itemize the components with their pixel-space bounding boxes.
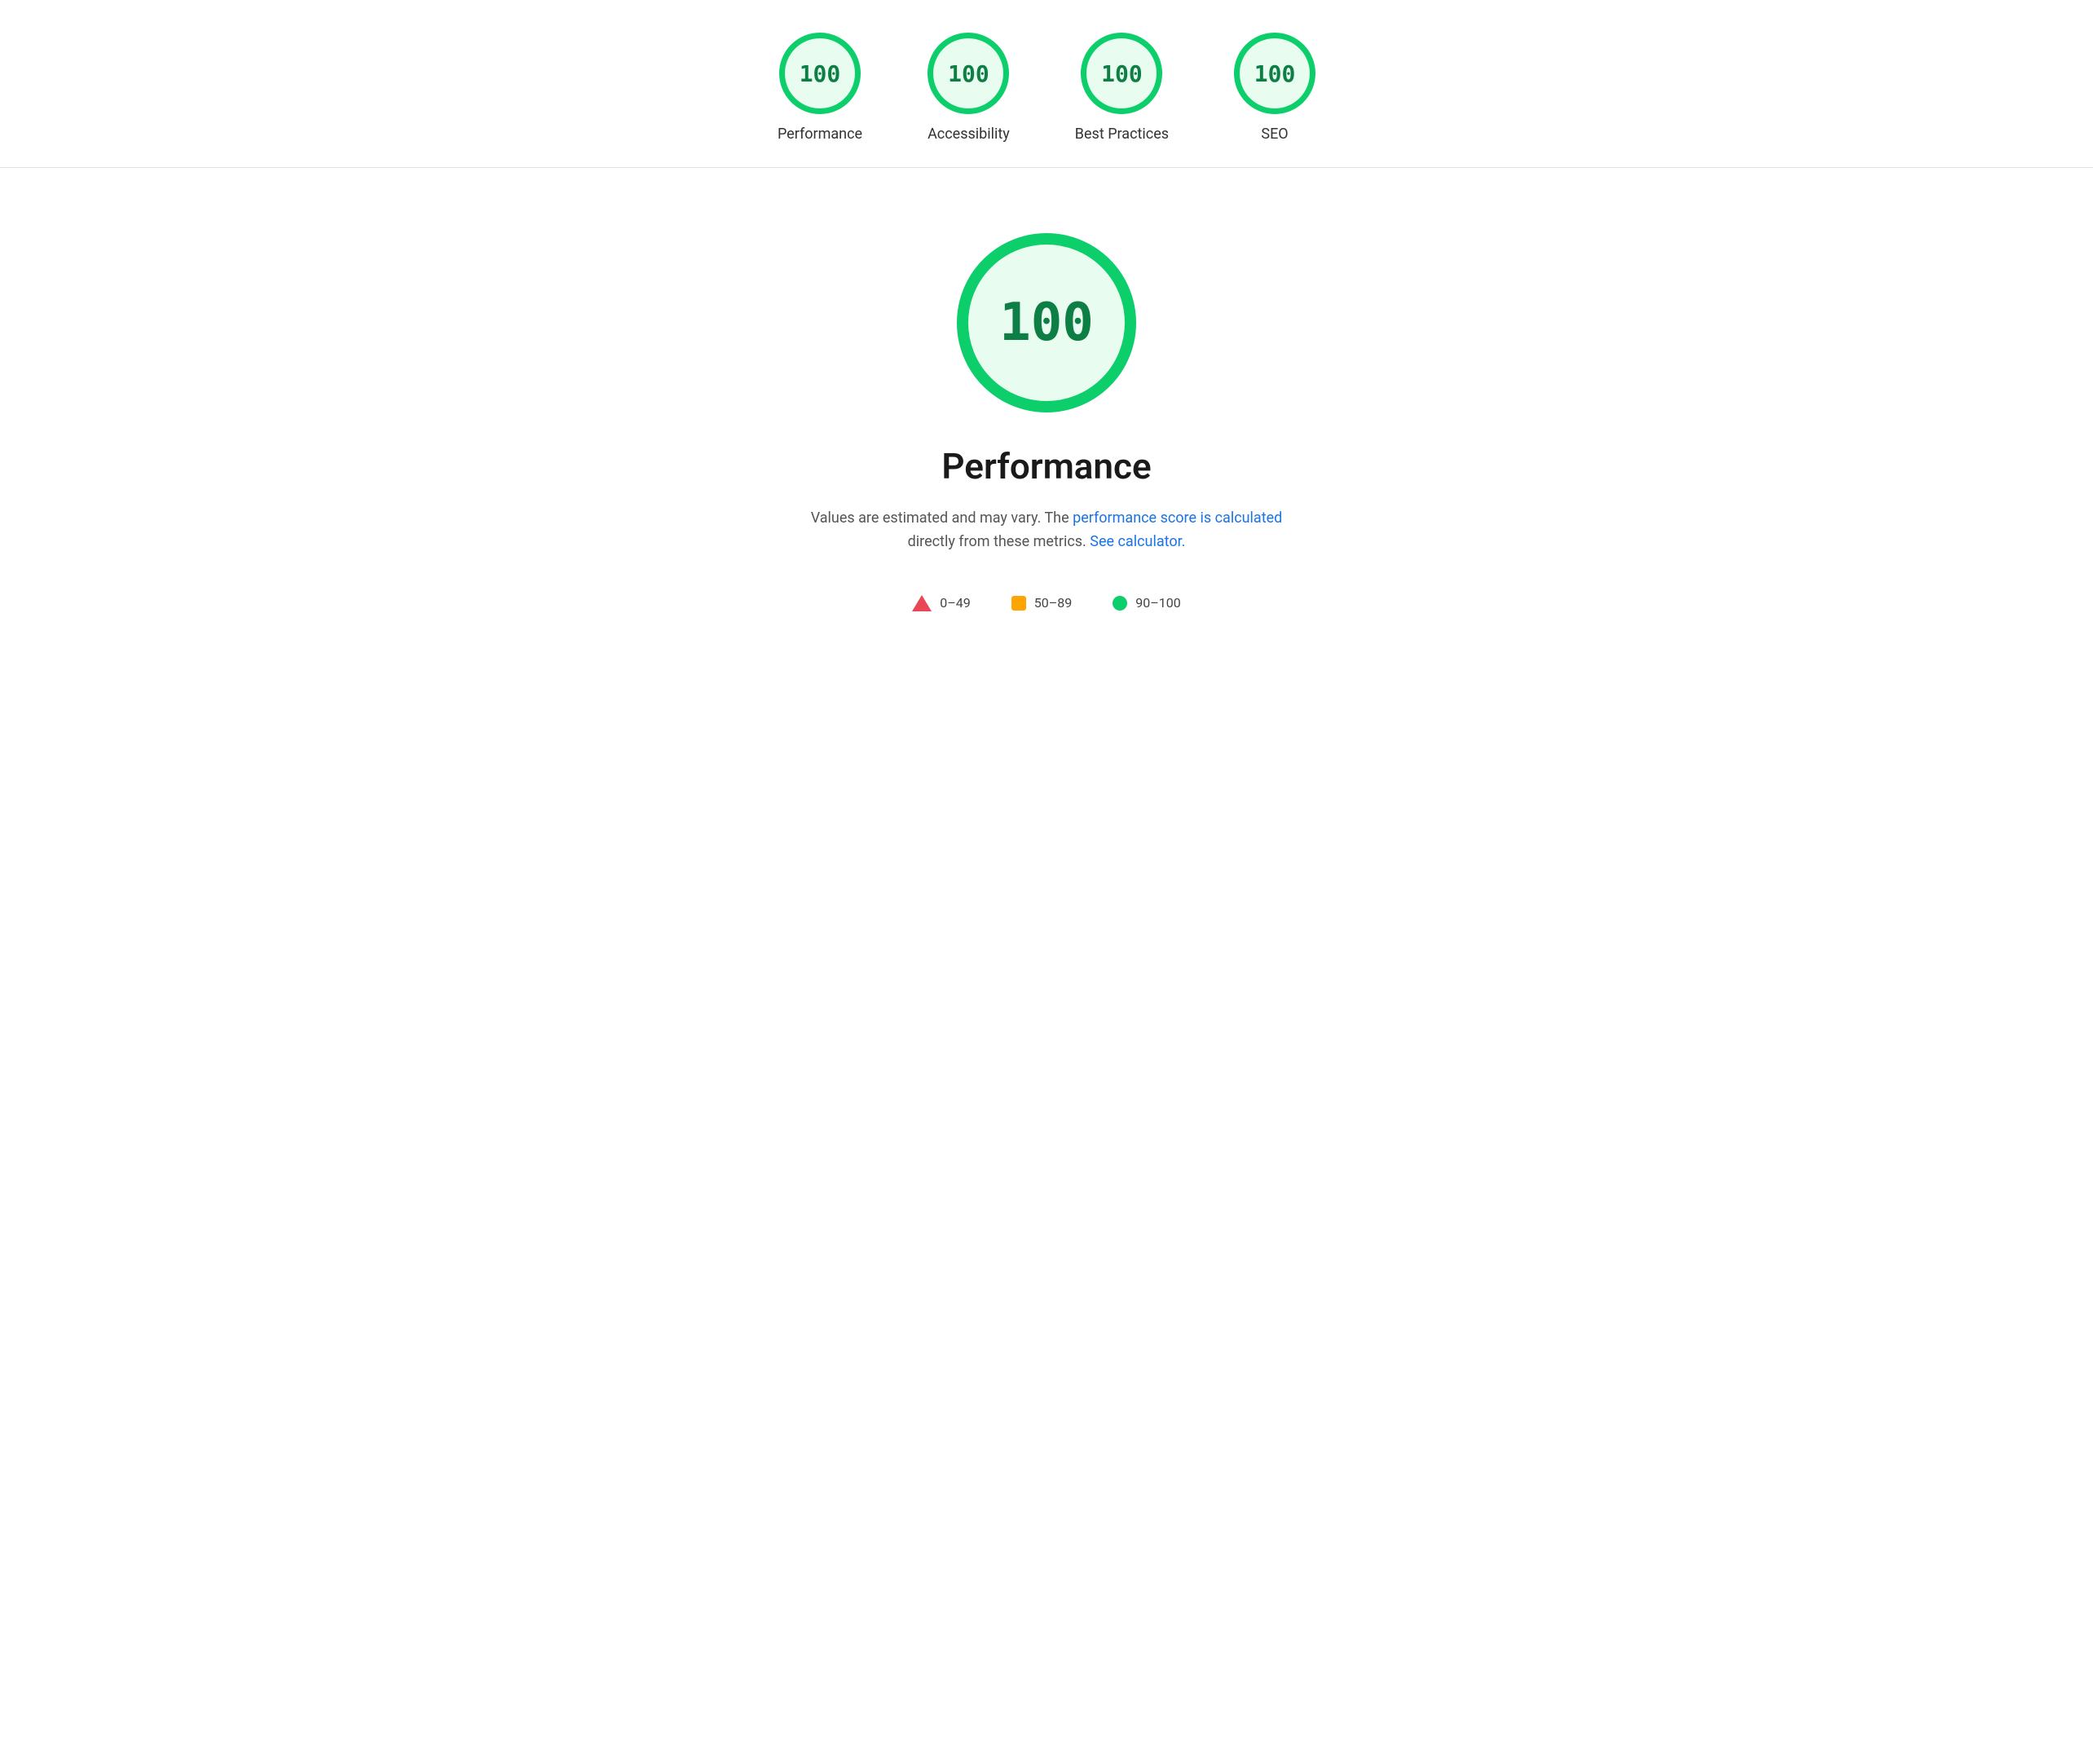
seo-circle-small: 100 [1234, 33, 1315, 114]
legend-item-average: 50–89 [1011, 595, 1072, 611]
average-range: 50–89 [1034, 595, 1072, 611]
score-item-seo: 100 SEO [1234, 33, 1315, 143]
description-text-middle: directly from these metrics. [908, 533, 1091, 550]
pass-icon [1113, 596, 1127, 611]
average-icon [1011, 596, 1026, 611]
main-section: 100 Performance Values are estimated and… [0, 168, 2093, 660]
performance-circle-small: 100 [779, 33, 861, 114]
accessibility-value-small: 100 [948, 60, 989, 87]
best-practices-value-small: 100 [1101, 60, 1143, 87]
description-text-before: Values are estimated and may vary. The [811, 509, 1073, 527]
legend: 0–49 50–89 90–100 [912, 595, 1180, 611]
accessibility-circle-small: 100 [928, 33, 1009, 114]
performance-value-small: 100 [800, 60, 841, 87]
score-item-accessibility: 100 Accessibility [928, 33, 1010, 143]
best-practices-circle-small: 100 [1081, 33, 1162, 114]
fail-icon [912, 595, 932, 611]
fail-range: 0–49 [940, 595, 970, 611]
performance-score-link[interactable]: performance score is calculated [1073, 509, 1282, 527]
performance-value-large: 100 [999, 293, 1094, 353]
legend-item-pass: 90–100 [1113, 595, 1180, 611]
pass-range: 90–100 [1135, 595, 1180, 611]
performance-label-small: Performance [778, 126, 862, 143]
seo-value-small: 100 [1254, 60, 1296, 87]
see-calculator-link[interactable]: See calculator. [1090, 533, 1185, 550]
main-title: Performance [941, 445, 1151, 487]
score-item-performance: 100 Performance [778, 33, 862, 143]
main-description: Values are estimated and may vary. The p… [802, 507, 1291, 554]
accessibility-label-small: Accessibility [928, 126, 1010, 143]
seo-label-small: SEO [1261, 126, 1288, 143]
score-item-best-practices: 100 Best Practices [1075, 33, 1169, 143]
performance-circle-large: 100 [957, 233, 1136, 412]
legend-item-fail: 0–49 [912, 595, 970, 611]
top-scores-row: 100 Performance 100 Accessibility 100 Be… [0, 0, 2093, 168]
best-practices-label-small: Best Practices [1075, 126, 1169, 143]
